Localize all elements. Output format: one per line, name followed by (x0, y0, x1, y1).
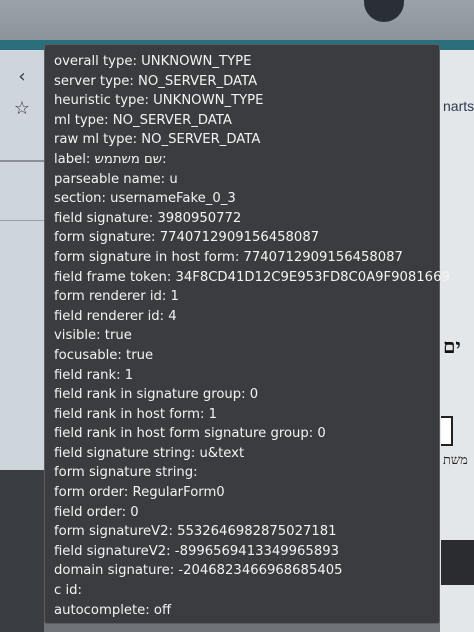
tooltip-line-form-signature-string: form signature string: (54, 465, 198, 481)
tooltip-line-overall-type: overall type: UNKNOWN_TYPE (54, 54, 252, 69)
right-input-edge[interactable] (441, 416, 453, 446)
tooltip-line-rank-host-signature-group: field rank in host form signature group:… (54, 426, 326, 442)
tooltip-line-ml-type: ml type: NO_SERVER_DATA (54, 112, 232, 128)
tooltip-line-frame-token: field frame token: 34F8CD41D12C9E953FD8C… (54, 269, 450, 285)
autofill-debug-tooltip: overall type: UNKNOWN_TYPE server type: … (44, 44, 450, 624)
tooltip-line-field-rank: field rank: 1 (54, 367, 134, 383)
tooltip-line-heuristic-type: heuristic type: UNKNOWN_TYPE (54, 93, 264, 109)
divider (0, 220, 44, 221)
tooltip-line-raw-ml-type: raw ml type: NO_SERVER_DATA (54, 132, 261, 148)
tooltip-line-c-id: c id: (54, 583, 82, 599)
tooltip-line-label: label: שם משתמש: (54, 151, 167, 167)
background-top (0, 0, 474, 40)
tooltip-line-focusable: focusable: true (54, 347, 154, 363)
tooltip-line-domain-signature: domain signature: -2046823466968685405 (54, 563, 343, 579)
divider (0, 160, 44, 162)
right-hebrew-heading: ים (443, 336, 461, 358)
tooltip-line-parseable-name: parseable name: u (54, 171, 178, 187)
right-dark-area (441, 540, 474, 585)
tooltip-line-rank-host-form: field rank in host form: 1 (54, 406, 217, 422)
tooltip-line-form-signature-v2: form signatureV2: 5532646982875027181 (54, 524, 337, 540)
tooltip-line-visible: visible: true (54, 328, 132, 344)
tooltip-line-form-order: form order: RegularForm0 (54, 485, 225, 501)
star-icon[interactable]: ☆ (4, 90, 40, 126)
tooltip-line-field-signature-v2: field signatureV2: -8996569413349965893 (54, 543, 339, 559)
tooltip-line-field-order: field order: 0 (54, 504, 139, 520)
tooltip-line-autocomplete: autocomplete: off (54, 602, 172, 618)
left-dark-area (0, 470, 44, 632)
tooltip-line-form-signature: form signature: 7740712909156458087 (54, 230, 320, 246)
tooltip-line-rank-signature-group: field rank in signature group: 0 (54, 387, 259, 403)
tooltip-line-field-signature: field signature: 3980950772 (54, 210, 242, 226)
right-partial-text: narts (443, 98, 474, 114)
right-hebrew-text: משת (443, 452, 468, 467)
tooltip-line-form-signature-host: form signature in host form: 77407129091… (54, 249, 403, 265)
tooltip-line-field-renderer-id: field renderer id: 4 (54, 308, 177, 324)
tooltip-line-form-renderer-id: form renderer id: 1 (54, 289, 179, 305)
tooltip-line-field-signature-string: field signature string: u&text (54, 445, 245, 461)
chevron-left-icon[interactable]: ‹ (4, 58, 40, 94)
tooltip-line-server-type: server type: NO_SERVER_DATA (54, 73, 258, 89)
tooltip-line-section: section: usernameFake_0_3 (54, 191, 236, 207)
